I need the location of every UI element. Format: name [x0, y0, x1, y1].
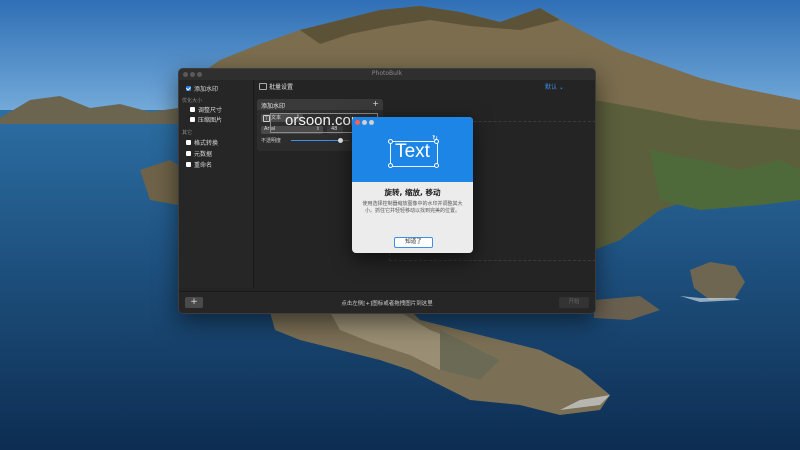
dialog-hero: ↻ Text — [352, 117, 473, 182]
start-button[interactable]: 开始 — [559, 297, 589, 308]
minimize-dialog-button — [362, 120, 367, 125]
panel-title: 批量设置 — [269, 84, 294, 91]
checkbox-metadata[interactable]: 元数据 — [186, 149, 213, 158]
checkbox-rename[interactable]: 重命名 — [186, 160, 213, 169]
dialog-body: 使用选择控制器缩放图像中的水印并调整其大小。抓住它并轻轻移动以找到完美的位置。 — [362, 201, 463, 214]
text-type-icon: T — [263, 115, 270, 122]
checkbox-label: 重命名 — [194, 161, 213, 169]
checkbox-icon[interactable] — [186, 139, 191, 145]
bottom-bar: + 点击左侧[+]图标或者拖拽图片到这里 开始 — [179, 291, 595, 313]
checkbox-label: 调整尺寸 — [198, 106, 223, 114]
window-title: PhotoBulk — [371, 70, 403, 77]
add-watermark-plus-icon[interactable]: + — [372, 99, 379, 108]
section-label-resize: 优化大小 — [182, 98, 203, 104]
sidebar: 添加水印 优化大小 调整尺寸 压缩图片 其它 格式转换 元数据 重命名 — [179, 80, 254, 288]
watermark-header: 添加水印 + — [257, 99, 383, 110]
checkbox-compress[interactable]: 压缩图片 — [190, 115, 223, 124]
checkbox-label: 压缩图片 — [198, 116, 223, 124]
checkbox-icon[interactable] — [186, 150, 191, 156]
checkbox-icon[interactable] — [190, 106, 195, 112]
drop-hint: 点击左侧[+]图标或者拖拽图片到这里 — [341, 301, 433, 307]
opacity-slider[interactable] — [291, 138, 349, 143]
title-bar[interactable]: PhotoBulk — [179, 69, 595, 80]
got-it-button[interactable]: 知道了 — [394, 237, 433, 248]
zoom-dialog-button — [369, 120, 374, 125]
checkbox-icon[interactable] — [186, 161, 191, 167]
tips-dialog: ↻ Text 旋转, 缩放, 移动 使用选择控制器缩放图像中的水印并调整其大小。… — [352, 117, 473, 253]
opacity-slider-knob[interactable] — [337, 138, 343, 143]
checkbox-label: 元数据 — [194, 150, 213, 158]
opacity-label: 不透明度 — [261, 138, 282, 144]
resize-handle-icon — [434, 163, 439, 168]
close-dialog-button[interactable] — [355, 120, 360, 125]
resize-handle-icon — [388, 163, 393, 168]
watermark-header-label: 添加水印 — [261, 103, 286, 110]
hero-text: Text — [395, 141, 430, 162]
checkbox-label: 添加水印 — [194, 85, 219, 93]
checkbox-add-watermark[interactable]: 添加水印 — [186, 84, 219, 93]
sidebar-toggle-icon[interactable] — [259, 83, 267, 90]
checkbox-label: 格式转换 — [194, 139, 219, 147]
checkbox-resize[interactable]: 调整尺寸 — [190, 105, 223, 114]
checkbox-format-convert[interactable]: 格式转换 — [186, 138, 219, 147]
preset-dropdown[interactable]: 默认 ⌄ — [545, 82, 564, 91]
opacity-slider-fill — [291, 140, 341, 141]
section-label-other: 其它 — [182, 130, 193, 136]
checkbox-icon[interactable] — [190, 116, 195, 122]
checkbox-checked-icon[interactable] — [186, 85, 191, 91]
dialog-title: 旋转, 缩放, 移动 — [384, 188, 441, 197]
